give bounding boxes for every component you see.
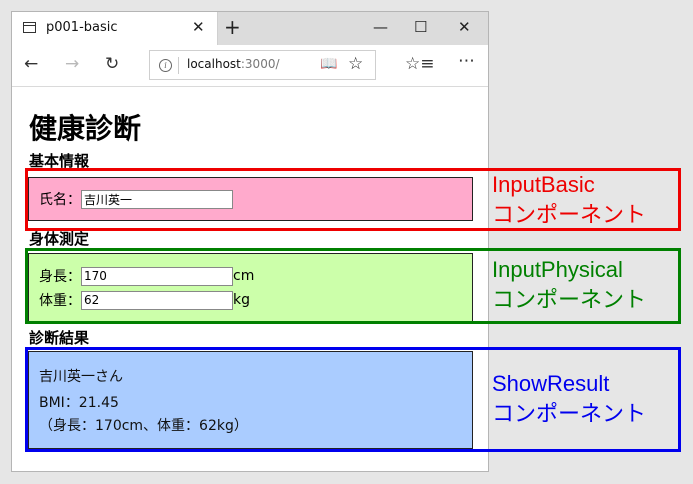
annotation-name: InputBasic: [492, 172, 595, 197]
refresh-icon[interactable]: ↻: [105, 54, 119, 74]
close-icon[interactable]: ✕: [458, 18, 471, 36]
show-result-annotation: ShowResult コンポーネント: [492, 369, 646, 429]
more-icon[interactable]: ⋯: [458, 51, 475, 71]
browser-tab[interactable]: p001-basic ✕: [12, 12, 218, 45]
result-heading: 診断結果: [29, 329, 90, 347]
star-icon[interactable]: ☆: [348, 54, 363, 74]
physical-heading: 身体測定: [29, 230, 90, 248]
annotation-name: ShowResult: [492, 371, 610, 396]
page-title: 健康診断: [29, 112, 142, 145]
annotation-sub: コンポーネント: [492, 202, 647, 227]
url-host: localhost: [187, 57, 241, 71]
input-physical-annotation: InputPhysical コンポーネント: [492, 255, 646, 315]
back-arrow-icon[interactable]: ←: [24, 54, 38, 74]
favorites-list-icon[interactable]: ☆≡: [405, 54, 434, 74]
url-path: :3000/: [240, 57, 280, 71]
close-icon[interactable]: ✕: [192, 18, 205, 36]
tab-title: p001-basic: [46, 20, 118, 35]
plus-icon[interactable]: +: [224, 15, 241, 39]
annotation-name: InputPhysical: [492, 257, 623, 282]
address-bar[interactable]: i localhost:3000/ 📖 ☆: [149, 50, 376, 80]
annotation-sub: コンポーネント: [492, 287, 647, 312]
info-icon[interactable]: i: [159, 59, 172, 72]
page-icon: [23, 22, 36, 33]
minimize-icon[interactable]: —: [373, 18, 388, 36]
tab-bar: p001-basic ✕ + — ☐ ✕: [12, 12, 488, 45]
annotation-sub: コンポーネント: [492, 401, 647, 426]
maximize-icon[interactable]: ☐: [414, 18, 427, 36]
url-divider: [178, 57, 179, 74]
book-icon[interactable]: 📖: [320, 56, 337, 72]
url-text[interactable]: localhost:3000/: [187, 57, 280, 71]
navigation-bar: ← → ↻ i localhost:3000/ 📖 ☆ ☆≡ ⋯: [12, 45, 488, 87]
input-basic-annotation: InputBasic コンポーネント: [492, 170, 646, 230]
forward-arrow-icon[interactable]: →: [65, 54, 79, 74]
